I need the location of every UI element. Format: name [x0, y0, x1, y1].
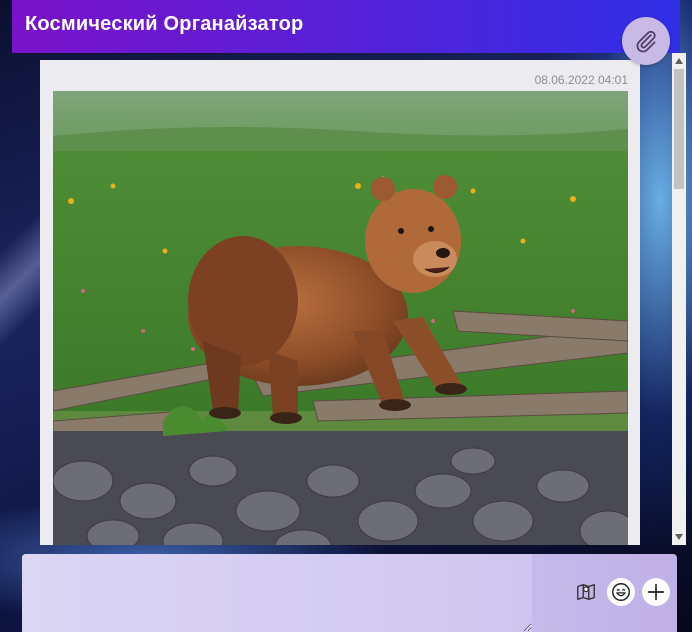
add-button[interactable]	[642, 578, 670, 606]
header-bar: Космический Органайзатор	[12, 0, 680, 53]
attach-button[interactable]	[622, 17, 670, 65]
scroll-down-arrow-icon[interactable]	[672, 529, 686, 545]
composer-bar	[22, 554, 677, 632]
message-list[interactable]: 08.06.2022 04:01	[12, 53, 668, 545]
message-photo[interactable]	[53, 91, 628, 545]
map-button[interactable]	[572, 578, 600, 606]
paperclip-icon	[636, 30, 656, 53]
app-window: Космический Органайзатор 08.06.2022 04:0…	[0, 0, 692, 632]
message-input[interactable]	[22, 554, 532, 632]
message-card[interactable]: 08.06.2022 04:01	[40, 60, 640, 545]
plus-icon	[647, 583, 665, 601]
scroll-thumb[interactable]	[674, 69, 684, 189]
message-timestamp: 08.06.2022 04:01	[534, 73, 628, 87]
emoji-icon	[612, 583, 630, 601]
map-icon	[577, 583, 595, 601]
emoji-button[interactable]	[607, 578, 635, 606]
app-title: Космический Органайзатор	[25, 13, 304, 35]
scroll-up-arrow-icon[interactable]	[672, 53, 686, 69]
message-list-scrollbar[interactable]	[672, 53, 686, 545]
bear-photo	[53, 91, 628, 545]
